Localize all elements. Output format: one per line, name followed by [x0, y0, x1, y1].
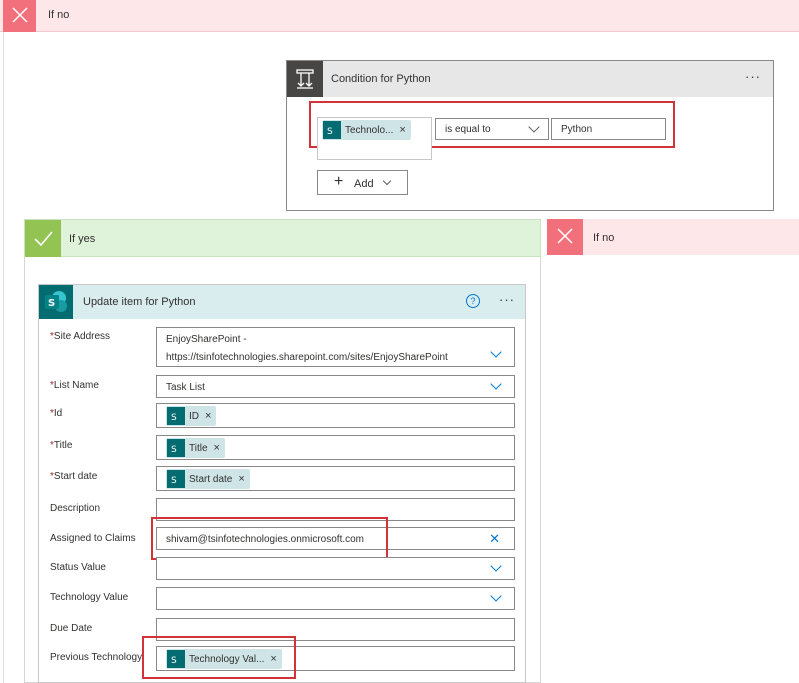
start-date-label: *Start date — [50, 471, 98, 482]
site-address-label: *Site Address — [50, 331, 111, 342]
condition-title: Condition for Python — [331, 73, 431, 85]
list-name-label: *List Name — [50, 380, 99, 391]
add-button[interactable]: + Add — [317, 170, 408, 195]
condition-value-input[interactable]: Python — [551, 118, 666, 140]
assigned-to-claims-label: Assigned to Claims — [50, 533, 136, 544]
title-label: *Title — [50, 440, 73, 451]
dynamic-content-token[interactable]: S Technolo... × — [322, 120, 411, 140]
help-icon[interactable]: ? — [466, 294, 480, 308]
if-yes-branch[interactable]: If yes — [24, 219, 541, 257]
highlight-box — [151, 517, 388, 560]
chevron-down-icon — [528, 121, 540, 133]
svg-text:S: S — [171, 476, 177, 485]
status-value-select[interactable] — [156, 557, 515, 580]
operator-select[interactable]: is equal to — [435, 118, 549, 140]
more-options-icon[interactable]: ··· — [745, 69, 761, 84]
chevron-down-icon — [490, 346, 502, 358]
remove-token-icon[interactable]: × — [238, 473, 244, 485]
svg-text:S: S — [48, 298, 55, 309]
chevron-down-icon — [490, 590, 502, 602]
technology-value-select[interactable] — [156, 587, 515, 610]
sharepoint-icon: S — [167, 439, 185, 457]
plus-icon: + — [334, 173, 344, 190]
chevron-down-icon — [490, 560, 502, 572]
clear-icon[interactable]: ✕ — [489, 531, 500, 547]
check-icon — [25, 220, 61, 257]
start-date-field[interactable]: S Start date × — [156, 466, 515, 491]
branch-label: If yes — [69, 233, 96, 245]
branch-label: If no — [48, 9, 70, 21]
branch-border — [3, 32, 4, 683]
status-value-label: Status Value — [50, 562, 106, 573]
close-icon — [3, 0, 36, 32]
sharepoint-icon: S — [167, 470, 185, 488]
outer-if-no-branch[interactable]: If no — [0, 0, 799, 32]
chevron-down-icon — [490, 378, 502, 390]
svg-text:S: S — [171, 413, 177, 422]
sharepoint-icon: S — [39, 285, 73, 319]
due-date-label: Due Date — [50, 623, 93, 634]
previous-technology-label: Previous Technology — [50, 652, 143, 663]
condition-icon — [287, 61, 323, 97]
chevron-down-icon — [382, 176, 392, 186]
highlight-box — [142, 636, 296, 679]
sharepoint-icon: S — [167, 407, 185, 425]
remove-token-icon[interactable]: × — [205, 410, 211, 422]
description-label: Description — [50, 503, 101, 514]
close-icon — [547, 219, 583, 255]
dynamic-content-token[interactable]: S ID × — [166, 406, 217, 426]
update-item-header[interactable]: S Update item for Python ? ··· — [39, 285, 525, 319]
dynamic-content-token[interactable]: S Title × — [166, 438, 225, 458]
svg-text:S: S — [171, 445, 177, 454]
svg-text:S: S — [327, 127, 333, 136]
condition-left-operand[interactable]: S Technolo... × — [317, 117, 432, 160]
remove-token-icon[interactable]: × — [399, 124, 405, 136]
more-options-icon[interactable]: ··· — [499, 292, 515, 307]
action-title: Update item for Python — [83, 296, 196, 308]
branch-label: If no — [593, 232, 615, 244]
list-name-select[interactable]: Task List — [156, 375, 515, 398]
id-label: *Id — [50, 408, 63, 419]
site-address-select[interactable]: EnjoySharePoint - https://tsinfotechnolo… — [156, 327, 515, 367]
dynamic-content-token[interactable]: S Start date × — [166, 469, 250, 489]
update-item-card: S Update item for Python ? ··· *Site Add… — [38, 284, 526, 683]
sharepoint-icon: S — [323, 121, 341, 139]
inner-if-no-branch[interactable]: If no — [547, 219, 799, 255]
title-field[interactable]: S Title × — [156, 435, 515, 460]
condition-card: Condition for Python ··· S Technolo... ×… — [286, 60, 774, 211]
condition-header[interactable]: Condition for Python ··· — [287, 61, 773, 97]
remove-token-icon[interactable]: × — [214, 442, 220, 454]
technology-value-label: Technology Value — [50, 592, 129, 603]
id-field[interactable]: S ID × — [156, 403, 515, 428]
